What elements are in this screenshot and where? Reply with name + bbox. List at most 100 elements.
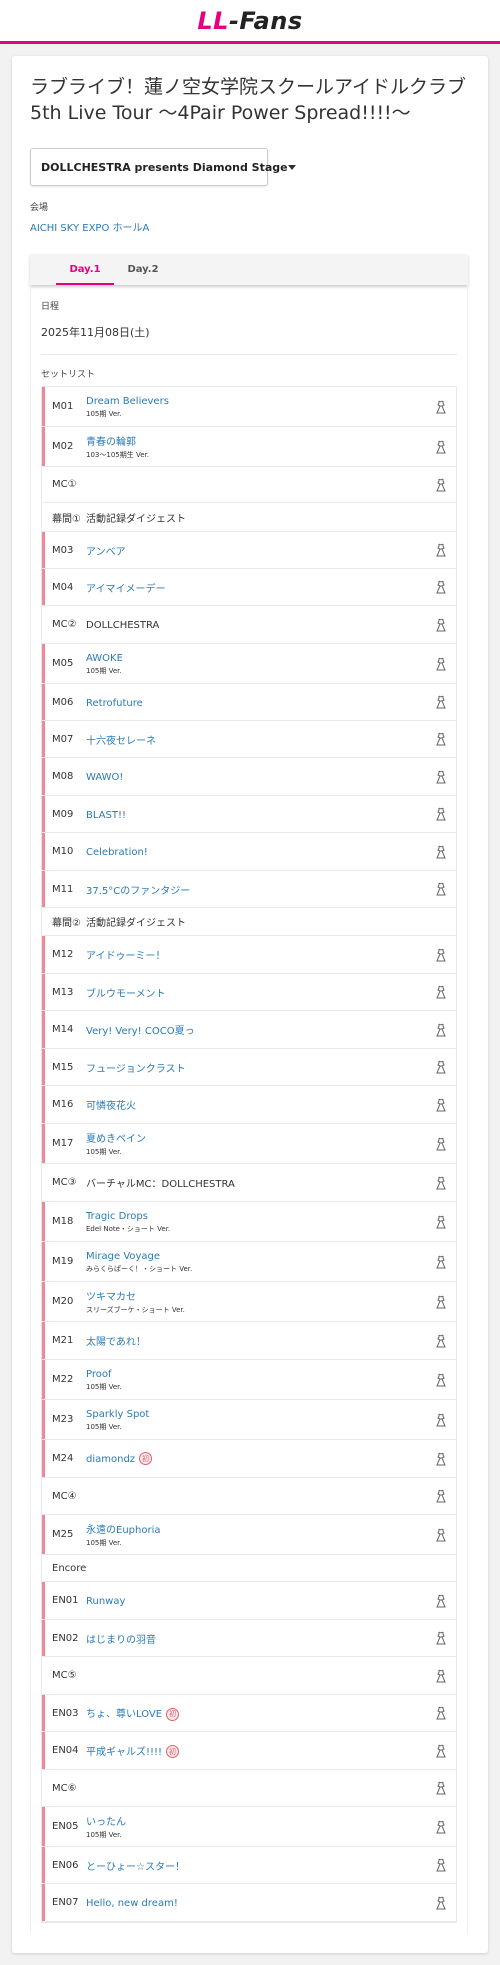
setlist-song-row[interactable]: M04 アイマイメーデー	[42, 569, 456, 606]
setlist-song-row[interactable]: M13 ブルウモーメント	[42, 974, 456, 1011]
stage-select[interactable]: DOLLCHESTRA presents Diamond Stage	[30, 148, 296, 186]
setlist-song-row[interactable]: EN03 ちょ、尊いLOVE 初	[42, 1695, 456, 1732]
song-title-link[interactable]: 可憐夜花火	[86, 1101, 136, 1112]
song-title-link[interactable]: Hello, new dream!	[86, 1898, 178, 1909]
setlist-song-row[interactable]: EN05 いったん 105期 Ver.	[42, 1807, 456, 1847]
setlist-song-row[interactable]: M11 37.5°Cのファンタジー	[42, 871, 456, 908]
costume-dress-icon[interactable]	[426, 1373, 456, 1387]
costume-dress-icon[interactable]	[426, 1295, 456, 1309]
venue-link[interactable]: AICHI SKY EXPO ホールA	[30, 219, 470, 234]
song-title-link[interactable]: アンベア	[86, 547, 126, 558]
song-title-link[interactable]: ちょ、尊いLOVE	[86, 1709, 162, 1720]
setlist-song-row[interactable]: M03 アンベア	[42, 532, 456, 569]
costume-dress-icon[interactable]	[426, 543, 456, 557]
song-title-link[interactable]: 青春の輪郭	[86, 437, 136, 448]
setlist-song-row[interactable]: M05 AWOKE 105期 Ver.	[42, 644, 456, 684]
setlist-song-row[interactable]: M19 Mirage Voyage みらくらぱーく！・ショート Ver.	[42, 1242, 456, 1282]
costume-dress-icon[interactable]	[426, 1528, 456, 1542]
costume-dress-icon[interactable]	[426, 1137, 456, 1151]
costume-dress-icon[interactable]	[426, 580, 456, 594]
setlist-song-row[interactable]: M12 アイドゥーミー！	[42, 936, 456, 974]
costume-dress-icon[interactable]	[426, 948, 456, 962]
setlist-song-row[interactable]: M17 夏めきペイン 105期 Ver.	[42, 1124, 456, 1164]
costume-dress-icon[interactable]	[426, 1413, 456, 1427]
setlist-song-row[interactable]: M01 Dream Believers 105期 Ver.	[42, 387, 456, 427]
costume-dress-icon[interactable]	[426, 1176, 456, 1190]
costume-dress-icon[interactable]	[426, 770, 456, 784]
costume-dress-icon[interactable]	[426, 400, 456, 414]
costume-dress-icon[interactable]	[426, 1098, 456, 1112]
song-title-link[interactable]: アイドゥーミー！	[86, 951, 166, 962]
setlist-song-row[interactable]: M06 Retrofuture	[42, 684, 456, 721]
setlist-song-row[interactable]: EN01 Runway	[42, 1582, 456, 1620]
costume-dress-icon[interactable]	[426, 807, 456, 821]
song-title-link[interactable]: Sparkly Spot	[86, 1409, 149, 1420]
costume-dress-icon[interactable]	[426, 1489, 456, 1503]
costume-dress-icon[interactable]	[426, 845, 456, 859]
costume-dress-icon[interactable]	[426, 1896, 456, 1910]
costume-dress-icon[interactable]	[426, 695, 456, 709]
song-title-link[interactable]: Retrofuture	[86, 698, 143, 709]
setlist-song-row[interactable]: M10 Celebration!	[42, 833, 456, 871]
setlist-song-row[interactable]: M14 Very! Very! COCO夏っ	[42, 1011, 456, 1049]
song-title-link[interactable]: Mirage Voyage	[86, 1251, 160, 1262]
song-title-link[interactable]: フュージョンクラスト	[86, 1064, 186, 1075]
costume-dress-icon[interactable]	[426, 1744, 456, 1758]
setlist-song-row[interactable]: M21 太陽であれ！	[42, 1322, 456, 1360]
costume-dress-icon[interactable]	[426, 657, 456, 671]
tab-day1[interactable]: Day.1	[56, 254, 114, 285]
ll-fans-logo[interactable]: LL-Fans	[197, 7, 302, 35]
song-title-link[interactable]: Runway	[86, 1596, 125, 1607]
song-title-link[interactable]: 太陽であれ！	[86, 1337, 146, 1348]
song-title-link[interactable]: ブルウモーメント	[86, 989, 166, 1000]
song-title-link[interactable]: アイマイメーデー	[86, 584, 166, 595]
setlist-song-row[interactable]: M22 Proof 105期 Ver.	[42, 1360, 456, 1400]
costume-dress-icon[interactable]	[426, 440, 456, 454]
costume-dress-icon[interactable]	[426, 1669, 456, 1683]
song-title-link[interactable]: Celebration!	[86, 847, 148, 858]
song-title-link[interactable]: 十六夜セレーネ	[86, 736, 156, 747]
costume-dress-icon[interactable]	[426, 1215, 456, 1229]
setlist-song-row[interactable]: M02 青春の輪郭 103〜105期生 Ver.	[42, 427, 456, 467]
setlist-song-row[interactable]: M18 Tragic Drops Edel Note・ショート Ver.	[42, 1202, 456, 1242]
song-title-link[interactable]: 夏めきペイン	[86, 1134, 146, 1145]
costume-dress-icon[interactable]	[426, 1858, 456, 1872]
setlist-song-row[interactable]: EN06 とーひょー☆スター！	[42, 1847, 456, 1884]
song-title-link[interactable]: WAWO!	[86, 772, 123, 783]
song-title-link[interactable]: Very! Very! COCO夏っ	[86, 1026, 195, 1037]
setlist-song-row[interactable]: M07 十六夜セレーネ	[42, 721, 456, 758]
costume-dress-icon[interactable]	[426, 1255, 456, 1269]
song-title-link[interactable]: Proof	[86, 1369, 112, 1380]
costume-dress-icon[interactable]	[426, 618, 456, 632]
costume-dress-icon[interactable]	[426, 1706, 456, 1720]
costume-dress-icon[interactable]	[426, 1820, 456, 1834]
setlist-song-row[interactable]: M20 ツキマカセ スリーズブーケ・ショート Ver.	[42, 1282, 456, 1322]
song-title-link[interactable]: 37.5°Cのファンタジー	[86, 886, 190, 897]
song-title-link[interactable]: 永遠のEuphoria	[86, 1525, 160, 1536]
song-title-link[interactable]: 平成ギャルズ!!!!	[86, 1747, 162, 1758]
song-title-link[interactable]: Tragic Drops	[86, 1211, 148, 1222]
costume-dress-icon[interactable]	[426, 478, 456, 492]
song-title-link[interactable]: BLAST!!	[86, 810, 126, 821]
song-title-link[interactable]: はじまりの羽音	[86, 1635, 156, 1646]
costume-dress-icon[interactable]	[426, 1631, 456, 1645]
costume-dress-icon[interactable]	[426, 1452, 456, 1466]
setlist-song-row[interactable]: M23 Sparkly Spot 105期 Ver.	[42, 1400, 456, 1440]
costume-dress-icon[interactable]	[426, 732, 456, 746]
song-title-link[interactable]: diamondz	[86, 1454, 135, 1465]
setlist-song-row[interactable]: EN04 平成ギャルズ!!!! 初	[42, 1732, 456, 1770]
setlist-song-row[interactable]: M25 永遠のEuphoria 105期 Ver.	[42, 1515, 456, 1555]
song-title-link[interactable]: いったん	[86, 1817, 126, 1828]
song-title-link[interactable]: とーひょー☆スター！	[86, 1862, 185, 1873]
costume-dress-icon[interactable]	[426, 1060, 456, 1074]
costume-dress-icon[interactable]	[426, 985, 456, 999]
setlist-song-row[interactable]: M24 diamondz 初	[42, 1440, 456, 1478]
setlist-song-row[interactable]: EN02 はじまりの羽音	[42, 1620, 456, 1657]
costume-dress-icon[interactable]	[426, 1334, 456, 1348]
song-title-link[interactable]: Dream Believers	[86, 396, 169, 407]
costume-dress-icon[interactable]	[426, 1594, 456, 1608]
setlist-song-row[interactable]: EN07 Hello, new dream!	[42, 1884, 456, 1922]
tab-day2[interactable]: Day.2	[114, 254, 172, 285]
setlist-song-row[interactable]: M09 BLAST!!	[42, 796, 456, 833]
setlist-song-row[interactable]: M15 フュージョンクラスト	[42, 1049, 456, 1086]
